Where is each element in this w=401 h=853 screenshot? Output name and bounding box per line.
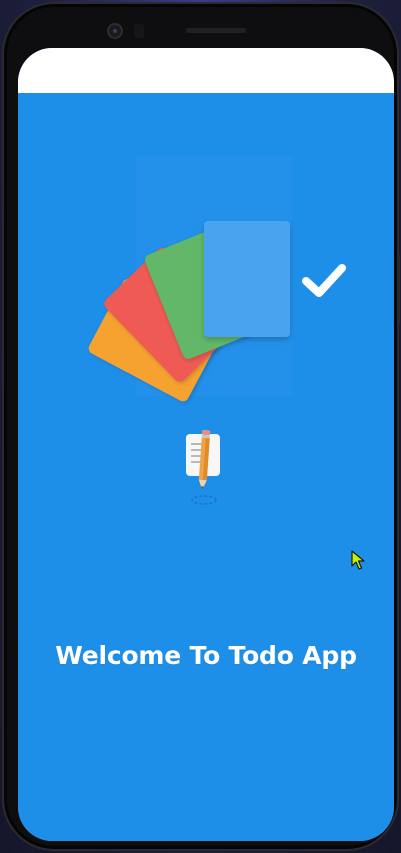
splash-screen[interactable]: Welcome To Todo App bbox=[18, 93, 394, 841]
front-camera-icon bbox=[107, 23, 123, 39]
todo-cards-check-icon bbox=[86, 211, 346, 404]
checkmark-icon bbox=[302, 264, 346, 297]
earpiece-speaker bbox=[186, 28, 246, 33]
welcome-title: Welcome To Todo App bbox=[55, 641, 357, 670]
power-button bbox=[397, 254, 400, 324]
phone-frame: Welcome To Todo App bbox=[2, 2, 400, 851]
blue-card bbox=[204, 221, 346, 337]
status-bar bbox=[18, 48, 394, 93]
proximity-sensor bbox=[134, 24, 144, 38]
notepad-pencil-icon bbox=[186, 429, 220, 505]
device-screen: Welcome To Todo App bbox=[18, 48, 394, 841]
mouse-pointer-icon bbox=[351, 550, 365, 570]
